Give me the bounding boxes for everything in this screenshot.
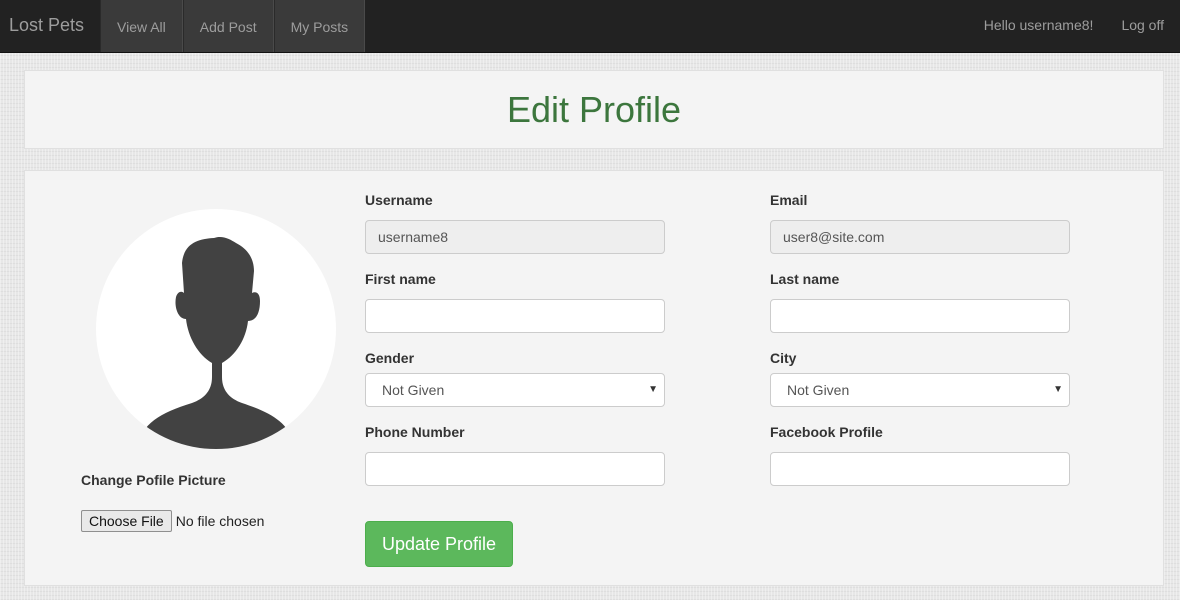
phone-field[interactable]	[365, 452, 665, 486]
nav-view-all[interactable]: View All	[100, 0, 183, 52]
choose-file-button[interactable]: Choose File	[81, 510, 172, 532]
profile-form-panel: Change Pofile Picture Choose File No fil…	[24, 170, 1164, 586]
first-name-field[interactable]	[365, 299, 665, 333]
title-panel: Edit Profile	[24, 70, 1164, 149]
last-name-label: Last name	[770, 271, 840, 287]
update-profile-button[interactable]: Update Profile	[365, 521, 513, 567]
nav-my-posts[interactable]: My Posts	[273, 0, 366, 52]
file-status-text: No file chosen	[175, 513, 265, 529]
file-upload: Choose File No file chosen	[81, 510, 264, 532]
gender-select[interactable]: Not Given ▼	[365, 373, 665, 407]
dropdown-arrow-icon: ▼	[1053, 384, 1063, 395]
navbar: Lost Pets View All Add Post My Posts Hel…	[0, 0, 1180, 53]
change-picture-label: Change Pofile Picture	[81, 472, 226, 488]
phone-label: Phone Number	[365, 424, 465, 440]
city-selected-value: Not Given	[787, 382, 850, 398]
user-silhouette-icon	[136, 236, 296, 449]
gender-label: Gender	[365, 350, 415, 366]
city-label: City	[770, 350, 797, 366]
email-field[interactable]: user8@site.com	[770, 220, 1070, 254]
avatar	[96, 209, 336, 449]
dropdown-arrow-icon: ▼	[648, 384, 658, 395]
user-greeting-link[interactable]: Hello username8!	[984, 0, 1094, 52]
logoff-link[interactable]: Log off	[1121, 0, 1164, 52]
brand-link[interactable]: Lost Pets	[9, 15, 84, 36]
nav-add-post[interactable]: Add Post	[182, 0, 274, 52]
username-field[interactable]: username8	[365, 220, 665, 254]
email-label: Email	[770, 192, 808, 208]
city-select[interactable]: Not Given ▼	[770, 373, 1070, 407]
last-name-field[interactable]	[770, 299, 1070, 333]
page-title: Edit Profile	[506, 89, 682, 130]
facebook-field[interactable]	[770, 452, 1070, 486]
facebook-label: Facebook Profile	[770, 424, 883, 440]
username-label: Username	[365, 192, 433, 208]
nav-menu: View All Add Post My Posts	[100, 0, 366, 52]
nav-user-menu: Hello username8! Log off	[984, 0, 1164, 52]
gender-selected-value: Not Given	[382, 382, 445, 398]
first-name-label: First name	[365, 271, 436, 287]
